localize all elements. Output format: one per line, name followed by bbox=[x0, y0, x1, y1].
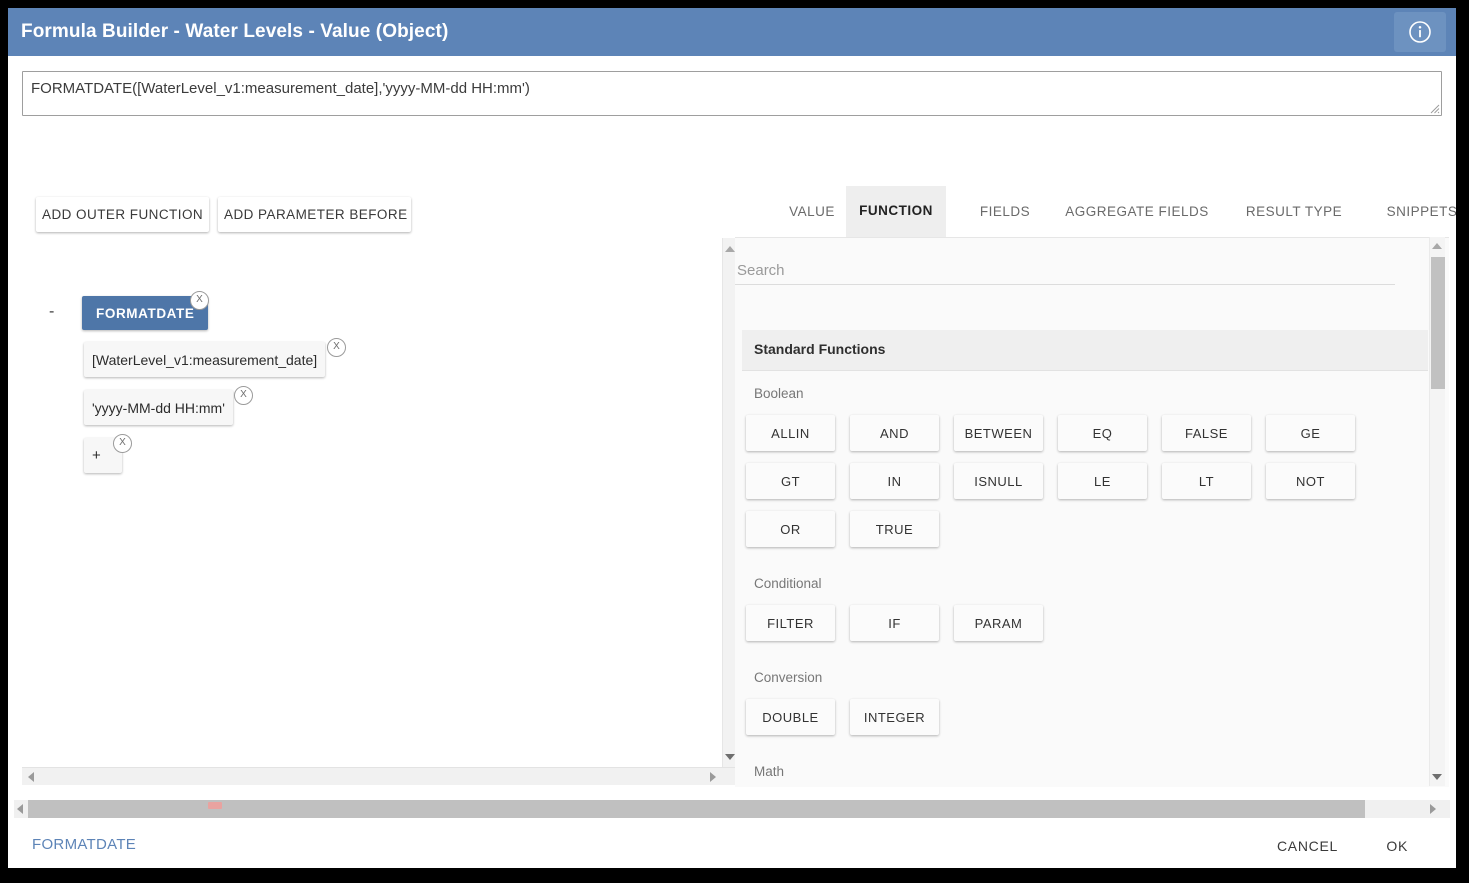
tab-snippets[interactable]: SNIPPETS bbox=[1362, 186, 1456, 237]
formula-node-parameter-2[interactable]: 'yyyy-MM-dd HH:mm' bbox=[84, 390, 233, 425]
add-outer-function-button[interactable]: ADD OUTER FUNCTION bbox=[36, 197, 209, 232]
function-button-not[interactable]: NOT bbox=[1266, 463, 1355, 499]
formula-node-tree: - FORMATDATE X [WaterLevel_v1:measuremen… bbox=[22, 238, 722, 768]
tab-aggregate-fields[interactable]: AGGREGATE FIELDS bbox=[1050, 186, 1224, 237]
scroll-down-arrow-icon[interactable] bbox=[725, 754, 735, 760]
cancel-button[interactable]: CANCEL bbox=[1271, 831, 1344, 861]
formula-tree-panel: ADD OUTER FUNCTION ADD PARAMETER BEFORE … bbox=[22, 186, 722, 791]
dialog-title-bar: Formula Builder - Water Levels - Value (… bbox=[8, 8, 1456, 56]
dialog-scroll-thumb[interactable] bbox=[28, 800, 1365, 818]
remove-node-function-icon[interactable]: X bbox=[190, 291, 209, 310]
function-button-between[interactable]: BETWEEN bbox=[954, 415, 1043, 451]
category-label-conditional: Conditional bbox=[754, 576, 822, 591]
scroll-left-arrow-icon[interactable] bbox=[28, 772, 34, 782]
function-button-eq[interactable]: EQ bbox=[1058, 415, 1147, 451]
function-button-if[interactable]: IF bbox=[850, 605, 939, 641]
function-button-and[interactable]: AND bbox=[850, 415, 939, 451]
remove-node-parameter-2-icon[interactable]: X bbox=[234, 386, 253, 405]
formula-input-wrapper bbox=[22, 71, 1442, 116]
function-button-allin[interactable]: ALLIN bbox=[746, 415, 835, 451]
function-button-or[interactable]: OR bbox=[746, 511, 835, 547]
category-label-math: Math bbox=[754, 764, 784, 779]
tab-value[interactable]: VALUE bbox=[765, 186, 859, 237]
scroll-up-arrow-icon[interactable] bbox=[725, 246, 735, 252]
screen: Formula Builder - Water Levels - Value (… bbox=[0, 0, 1469, 883]
remove-node-add-icon[interactable]: X bbox=[113, 434, 132, 453]
collapse-toggle[interactable]: - bbox=[49, 304, 54, 320]
dialog-scroll-right-arrow-icon[interactable] bbox=[1430, 804, 1436, 814]
formula-builder-dialog: Formula Builder - Water Levels - Value (… bbox=[8, 8, 1456, 868]
function-button-filter[interactable]: FILTER bbox=[746, 605, 835, 641]
dialog-footer: FORMATDATE CANCEL OK bbox=[8, 823, 1456, 868]
tab-function[interactable]: FUNCTION bbox=[846, 186, 946, 240]
formula-input[interactable] bbox=[22, 71, 1442, 116]
scroll-marker bbox=[208, 802, 222, 809]
function-button-in[interactable]: IN bbox=[850, 463, 939, 499]
function-list-scroll-down-arrow-icon[interactable] bbox=[1432, 774, 1442, 780]
function-list-scroll-thumb[interactable] bbox=[1431, 257, 1445, 389]
info-circle-icon[interactable] bbox=[1394, 12, 1446, 52]
info-circle-glyph bbox=[1408, 20, 1432, 44]
function-button-gt[interactable]: GT bbox=[746, 463, 835, 499]
formula-node-parameter-1[interactable]: [WaterLevel_v1:measurement_date] bbox=[84, 342, 325, 377]
function-list-scroll-up-arrow-icon[interactable] bbox=[1432, 243, 1442, 249]
scroll-right-arrow-icon[interactable] bbox=[710, 772, 716, 782]
dialog-horizontal-scrollbar[interactable] bbox=[14, 800, 1450, 818]
function-button-false[interactable]: FALSE bbox=[1162, 415, 1251, 451]
dialog-scroll-left-arrow-icon[interactable] bbox=[17, 804, 23, 814]
function-button-param[interactable]: PARAM bbox=[954, 605, 1043, 641]
tab-result-type[interactable]: RESULT TYPE bbox=[1223, 186, 1365, 237]
function-button-true[interactable]: TRUE bbox=[850, 511, 939, 547]
standard-functions-header: Standard Functions bbox=[742, 330, 1428, 371]
function-list-vertical-scrollbar[interactable] bbox=[1429, 237, 1445, 786]
function-button-lt[interactable]: LT bbox=[1162, 463, 1251, 499]
category-label-boolean: Boolean bbox=[754, 386, 804, 401]
search-input[interactable] bbox=[735, 259, 1395, 285]
status-text[interactable]: FORMATDATE bbox=[32, 836, 136, 853]
panel-tabs: VALUE FUNCTION FIELDS AGGREGATE FIELDS R… bbox=[735, 186, 1449, 237]
function-button-isnull[interactable]: ISNULL bbox=[954, 463, 1043, 499]
search-row bbox=[735, 238, 1435, 296]
tab-fields[interactable]: FIELDS bbox=[957, 186, 1053, 237]
function-button-integer[interactable]: INTEGER bbox=[850, 699, 939, 735]
function-browser-panel: VALUE FUNCTION FIELDS AGGREGATE FIELDS R… bbox=[735, 186, 1449, 791]
category-label-conversion: Conversion bbox=[754, 670, 822, 685]
function-list-body: Standard Functions Boolean ALLIN AND BET… bbox=[735, 237, 1449, 787]
function-button-double[interactable]: DOUBLE bbox=[746, 699, 835, 735]
remove-node-parameter-1-icon[interactable]: X bbox=[327, 338, 346, 357]
function-button-ge[interactable]: GE bbox=[1266, 415, 1355, 451]
standard-functions-title: Standard Functions bbox=[754, 341, 885, 357]
tree-horizontal-scrollbar[interactable] bbox=[22, 767, 736, 785]
function-button-le[interactable]: LE bbox=[1058, 463, 1147, 499]
page-title: Formula Builder - Water Levels - Value (… bbox=[21, 21, 448, 43]
ok-button[interactable]: OK bbox=[1380, 831, 1414, 861]
add-parameter-before-button[interactable]: ADD PARAMETER BEFORE bbox=[218, 197, 411, 232]
